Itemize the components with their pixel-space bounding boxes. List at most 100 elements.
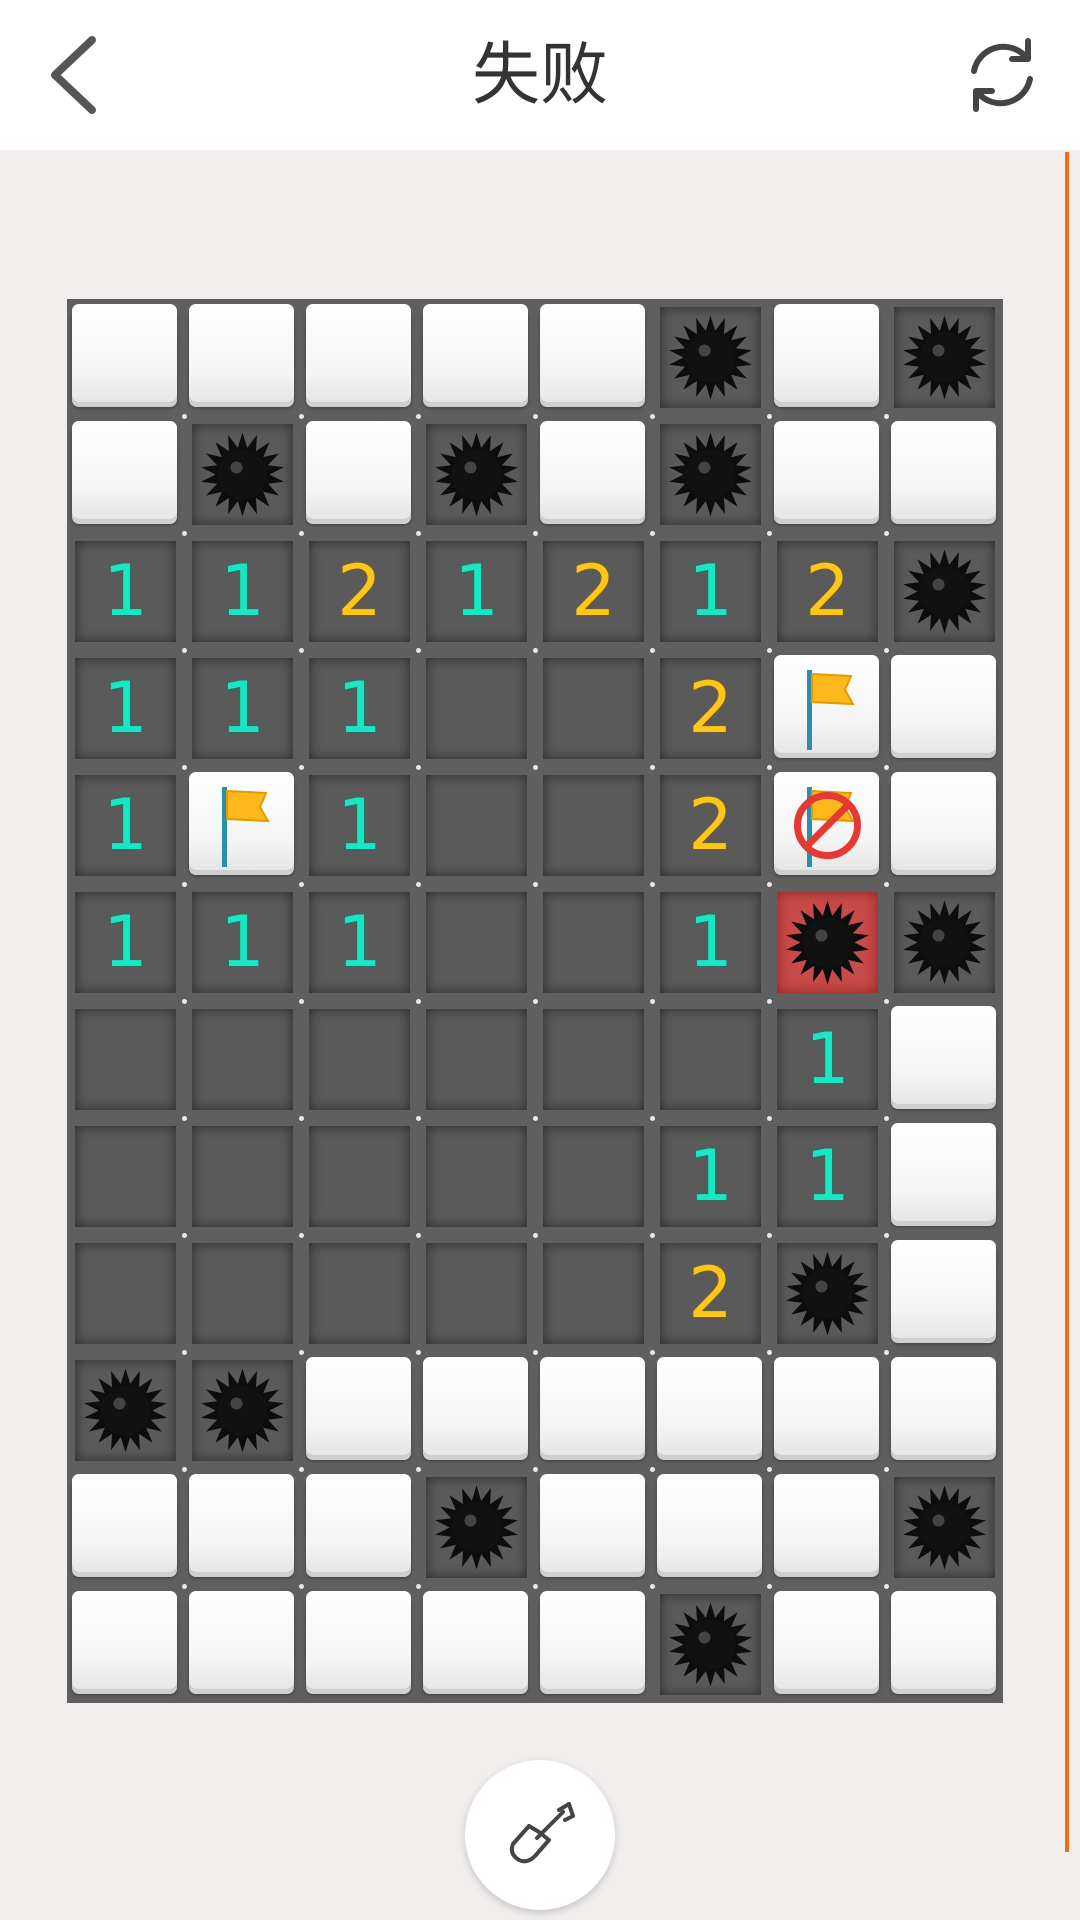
- grid-junction: [181, 764, 187, 770]
- cell-face: [891, 1240, 996, 1338]
- grid-junction: [532, 998, 538, 1004]
- grid-junction: [298, 1583, 304, 1589]
- cell-face: [75, 1009, 176, 1110]
- cell-r0-c4[interactable]: [535, 299, 652, 416]
- wrong-flag-icon: [794, 792, 861, 859]
- cell-r11-c4[interactable]: [535, 1586, 652, 1703]
- cell-r4-c6[interactable]: [769, 767, 886, 884]
- cell-r1-c0[interactable]: [67, 416, 184, 533]
- cell-r9-c7[interactable]: [886, 1352, 1003, 1469]
- grid-junction: [883, 998, 889, 1004]
- cell-r9-c3[interactable]: [418, 1352, 535, 1469]
- cell-r3-c4: [535, 650, 652, 767]
- cell-number: 1: [688, 1135, 733, 1217]
- cell-face: [774, 421, 879, 519]
- cell-r9-c4[interactable]: [535, 1352, 652, 1469]
- cell-r8-c7[interactable]: [886, 1235, 1003, 1352]
- cell-face: [75, 1243, 176, 1344]
- grid-junction: [415, 998, 421, 1004]
- cell-r1-c7[interactable]: [886, 416, 1003, 533]
- dig-mode-button[interactable]: [465, 1760, 615, 1910]
- grid-junction: [883, 530, 889, 536]
- shovel-icon: [509, 1802, 575, 1864]
- cell-r1-c2[interactable]: [301, 416, 418, 533]
- cell-r10-c4[interactable]: [535, 1469, 652, 1586]
- cell-r0-c6[interactable]: [769, 299, 886, 416]
- cell-r7-c4: [535, 1118, 652, 1235]
- grid-junction: [883, 1583, 889, 1589]
- cell-r5-c0: 1: [67, 884, 184, 1001]
- cell-r6-c7[interactable]: [886, 1001, 1003, 1118]
- cell-r6-c1: [184, 1001, 301, 1118]
- cell-r5-c4: [535, 884, 652, 1001]
- cell-r0-c2[interactable]: [301, 299, 418, 416]
- cell-r3-c7[interactable]: [886, 650, 1003, 767]
- cell-r8-c1: [184, 1235, 301, 1352]
- grid-junction: [181, 881, 187, 887]
- cell-r1-c6[interactable]: [769, 416, 886, 533]
- back-button[interactable]: [40, 30, 110, 120]
- grid-junction: [415, 1115, 421, 1121]
- grid-junction: [649, 1466, 655, 1472]
- cell-number: 2: [337, 550, 382, 632]
- cell-r8-c5: 2: [652, 1235, 769, 1352]
- cell-r10-c1[interactable]: [184, 1469, 301, 1586]
- cell-number: 2: [688, 784, 733, 866]
- cell-r4-c1[interactable]: [184, 767, 301, 884]
- cell-face: [423, 1591, 528, 1689]
- cell-number: 1: [454, 550, 499, 632]
- cell-r6-c3: [418, 1001, 535, 1118]
- cell-face: [540, 421, 645, 519]
- cell-r1-c4[interactable]: [535, 416, 652, 533]
- mine-icon: [435, 432, 518, 517]
- grid-junction: [415, 764, 421, 770]
- grid-junction: [415, 881, 421, 887]
- grid-junction: [532, 413, 538, 419]
- cell-r11-c7[interactable]: [886, 1586, 1003, 1703]
- cell-r7-c6: 1: [769, 1118, 886, 1235]
- grid-junction: [883, 764, 889, 770]
- cell-r3-c6[interactable]: [769, 650, 886, 767]
- cell-r11-c6[interactable]: [769, 1586, 886, 1703]
- cell-number: 1: [805, 1135, 850, 1217]
- cell-r4-c7[interactable]: [886, 767, 1003, 884]
- grid-junction: [766, 1115, 772, 1121]
- cell-r7-c5: 1: [652, 1118, 769, 1235]
- cell-r7-c7[interactable]: [886, 1118, 1003, 1235]
- cell-r3-c5: 2: [652, 650, 769, 767]
- grid-junction: [298, 1232, 304, 1238]
- cell-r11-c3[interactable]: [418, 1586, 535, 1703]
- cell-number: 2: [688, 667, 733, 749]
- cell-r10-c6[interactable]: [769, 1469, 886, 1586]
- cell-r10-c0[interactable]: [67, 1469, 184, 1586]
- cell-face: [426, 1243, 527, 1344]
- cell-r0-c5: [652, 299, 769, 416]
- grid-junction: [532, 1349, 538, 1355]
- cell-r0-c1[interactable]: [184, 299, 301, 416]
- cell-r0-c0[interactable]: [67, 299, 184, 416]
- restart-button[interactable]: [962, 35, 1042, 115]
- grid-junction: [532, 764, 538, 770]
- cell-face: [891, 772, 996, 870]
- cell-number: 1: [688, 901, 733, 983]
- cell-r11-c2[interactable]: [301, 1586, 418, 1703]
- cell-number: 1: [688, 550, 733, 632]
- cell-r11-c1[interactable]: [184, 1586, 301, 1703]
- cell-r6-c5: [652, 1001, 769, 1118]
- cell-face: [891, 1357, 996, 1455]
- cell-face: [540, 1357, 645, 1455]
- cell-r11-c0[interactable]: [67, 1586, 184, 1703]
- cell-r8-c4: [535, 1235, 652, 1352]
- cell-face: [306, 1474, 411, 1572]
- cell-r9-c2[interactable]: [301, 1352, 418, 1469]
- grid-junction: [883, 881, 889, 887]
- cell-r0-c3[interactable]: [418, 299, 535, 416]
- cell-number: 1: [220, 667, 265, 749]
- cell-number: 1: [337, 901, 382, 983]
- cell-r9-c6[interactable]: [769, 1352, 886, 1469]
- cell-r10-c2[interactable]: [301, 1469, 418, 1586]
- grid-junction: [298, 998, 304, 1004]
- cell-r9-c5[interactable]: [652, 1352, 769, 1469]
- cell-r10-c5[interactable]: [652, 1469, 769, 1586]
- grid-junction: [766, 530, 772, 536]
